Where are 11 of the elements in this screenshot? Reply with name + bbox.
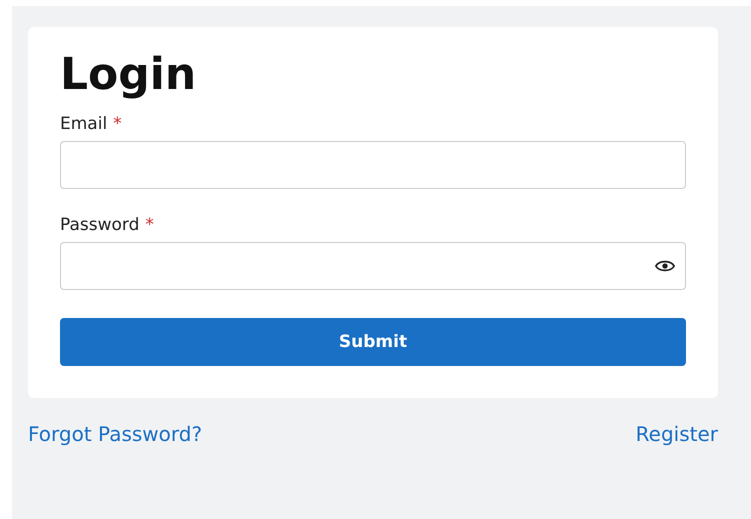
required-mark: * [113,114,122,134]
field-label: Password [60,214,140,235]
text-link[interactable]: Register [636,422,718,446]
required-mark: * [145,214,154,235]
eye-icon[interactable] [655,258,675,273]
field-label: Email [60,114,108,134]
password-field[interactable] [60,242,686,290]
submit-button[interactable]: Submit [60,318,686,366]
login-title: Login [60,49,198,102]
text-link[interactable]: Forgot Password? [28,422,202,446]
email-field[interactable] [60,140,686,189]
